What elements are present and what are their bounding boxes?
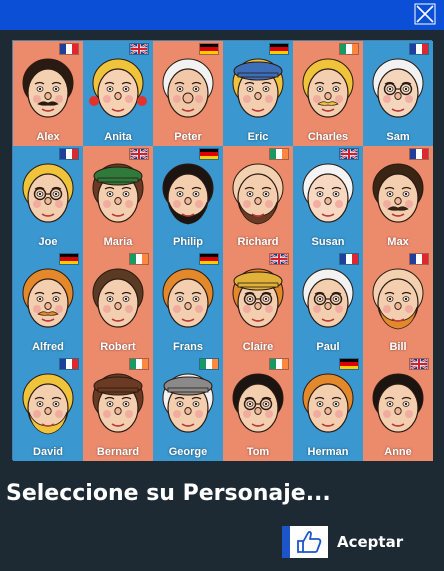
character-portrait	[22, 163, 74, 223]
character-card-george[interactable]: George	[153, 356, 223, 461]
character-portrait	[92, 373, 144, 433]
character-name: Anita	[104, 131, 132, 143]
character-name: Richard	[237, 236, 279, 248]
character-card-claire[interactable]: Claire	[223, 251, 293, 356]
character-portrait	[302, 58, 354, 118]
character-name: Sam	[386, 131, 410, 143]
character-card-bill[interactable]: Bill	[363, 251, 433, 356]
character-portrait	[162, 58, 214, 118]
close-icon[interactable]	[414, 3, 436, 25]
character-name: Frans	[173, 341, 203, 353]
character-portrait	[92, 163, 144, 223]
character-name: Charles	[307, 131, 349, 143]
character-name: Tom	[246, 446, 270, 458]
character-portrait	[372, 373, 424, 433]
character-name: David	[33, 446, 63, 458]
character-portrait	[92, 268, 144, 328]
character-name: Alex	[36, 131, 60, 143]
character-name: Bernard	[96, 446, 140, 458]
character-portrait	[162, 163, 214, 225]
character-name: Philip	[173, 236, 203, 248]
character-name: Maria	[103, 236, 133, 248]
character-name: Eric	[247, 131, 269, 143]
character-card-alex[interactable]: Alex	[13, 41, 83, 146]
character-portrait	[232, 58, 284, 118]
character-name: Max	[387, 236, 409, 248]
character-portrait	[302, 373, 354, 433]
accept-label: Aceptar	[337, 533, 404, 551]
character-name: Peter	[174, 131, 202, 143]
character-portrait	[89, 58, 147, 118]
character-card-tom[interactable]: Tom	[223, 356, 293, 461]
character-card-philip[interactable]: Philip	[153, 146, 223, 251]
character-grid: Alex Anita Peter Eric Charles Sam Joe Maria Phil…	[13, 41, 433, 461]
character-name: Paul	[316, 341, 340, 353]
character-portrait	[232, 373, 284, 433]
accept-icon-box[interactable]	[282, 526, 328, 558]
title-bar	[0, 0, 444, 30]
character-card-herman[interactable]: Herman	[293, 356, 363, 461]
character-name: Alfred	[32, 341, 64, 353]
character-portrait	[372, 58, 424, 118]
character-card-anne[interactable]: Anne	[363, 356, 433, 461]
character-card-peter[interactable]: Peter	[153, 41, 223, 146]
character-name: Susan	[311, 236, 345, 248]
character-name: George	[168, 446, 208, 458]
character-portrait	[22, 373, 74, 435]
character-portrait	[232, 268, 284, 328]
character-portrait	[372, 163, 424, 223]
character-card-joe[interactable]: Joe	[13, 146, 83, 251]
character-card-richard[interactable]: Richard	[223, 146, 293, 251]
accept-button[interactable]: Aceptar	[282, 526, 403, 558]
character-card-anita[interactable]: Anita	[83, 41, 153, 146]
character-name: Joe	[38, 236, 58, 248]
character-card-max[interactable]: Max	[363, 146, 433, 251]
select-character-prompt: Seleccione su Personaje...	[6, 481, 331, 506]
character-name: Bill	[389, 341, 407, 353]
character-name: Claire	[242, 341, 274, 353]
character-card-bernard[interactable]: Bernard	[83, 356, 153, 461]
character-portrait	[372, 268, 424, 330]
character-portrait	[162, 268, 214, 328]
character-card-robert[interactable]: Robert	[83, 251, 153, 356]
character-card-frans[interactable]: Frans	[153, 251, 223, 356]
character-card-eric[interactable]: Eric	[223, 41, 293, 146]
character-portrait	[22, 58, 74, 118]
character-portrait	[162, 373, 214, 433]
character-portrait	[302, 163, 354, 223]
character-card-maria[interactable]: Maria	[83, 146, 153, 251]
character-card-charles[interactable]: Charles	[293, 41, 363, 146]
character-portrait	[232, 163, 284, 225]
character-board: Alex Anita Peter Eric Charles Sam Joe Maria Phil…	[12, 40, 433, 461]
close-button[interactable]	[414, 3, 436, 25]
character-name: Herman	[307, 446, 349, 458]
character-name: Anne	[384, 446, 412, 458]
character-card-alfred[interactable]: Alfred	[13, 251, 83, 356]
character-card-paul[interactable]: Paul	[293, 251, 363, 356]
character-card-sam[interactable]: Sam	[363, 41, 433, 146]
character-card-david[interactable]: David	[13, 356, 83, 461]
thumbs-up-icon	[297, 531, 322, 553]
character-card-susan[interactable]: Susan	[293, 146, 363, 251]
character-name: Robert	[100, 341, 136, 353]
character-portrait	[302, 268, 354, 328]
character-portrait	[22, 268, 74, 328]
